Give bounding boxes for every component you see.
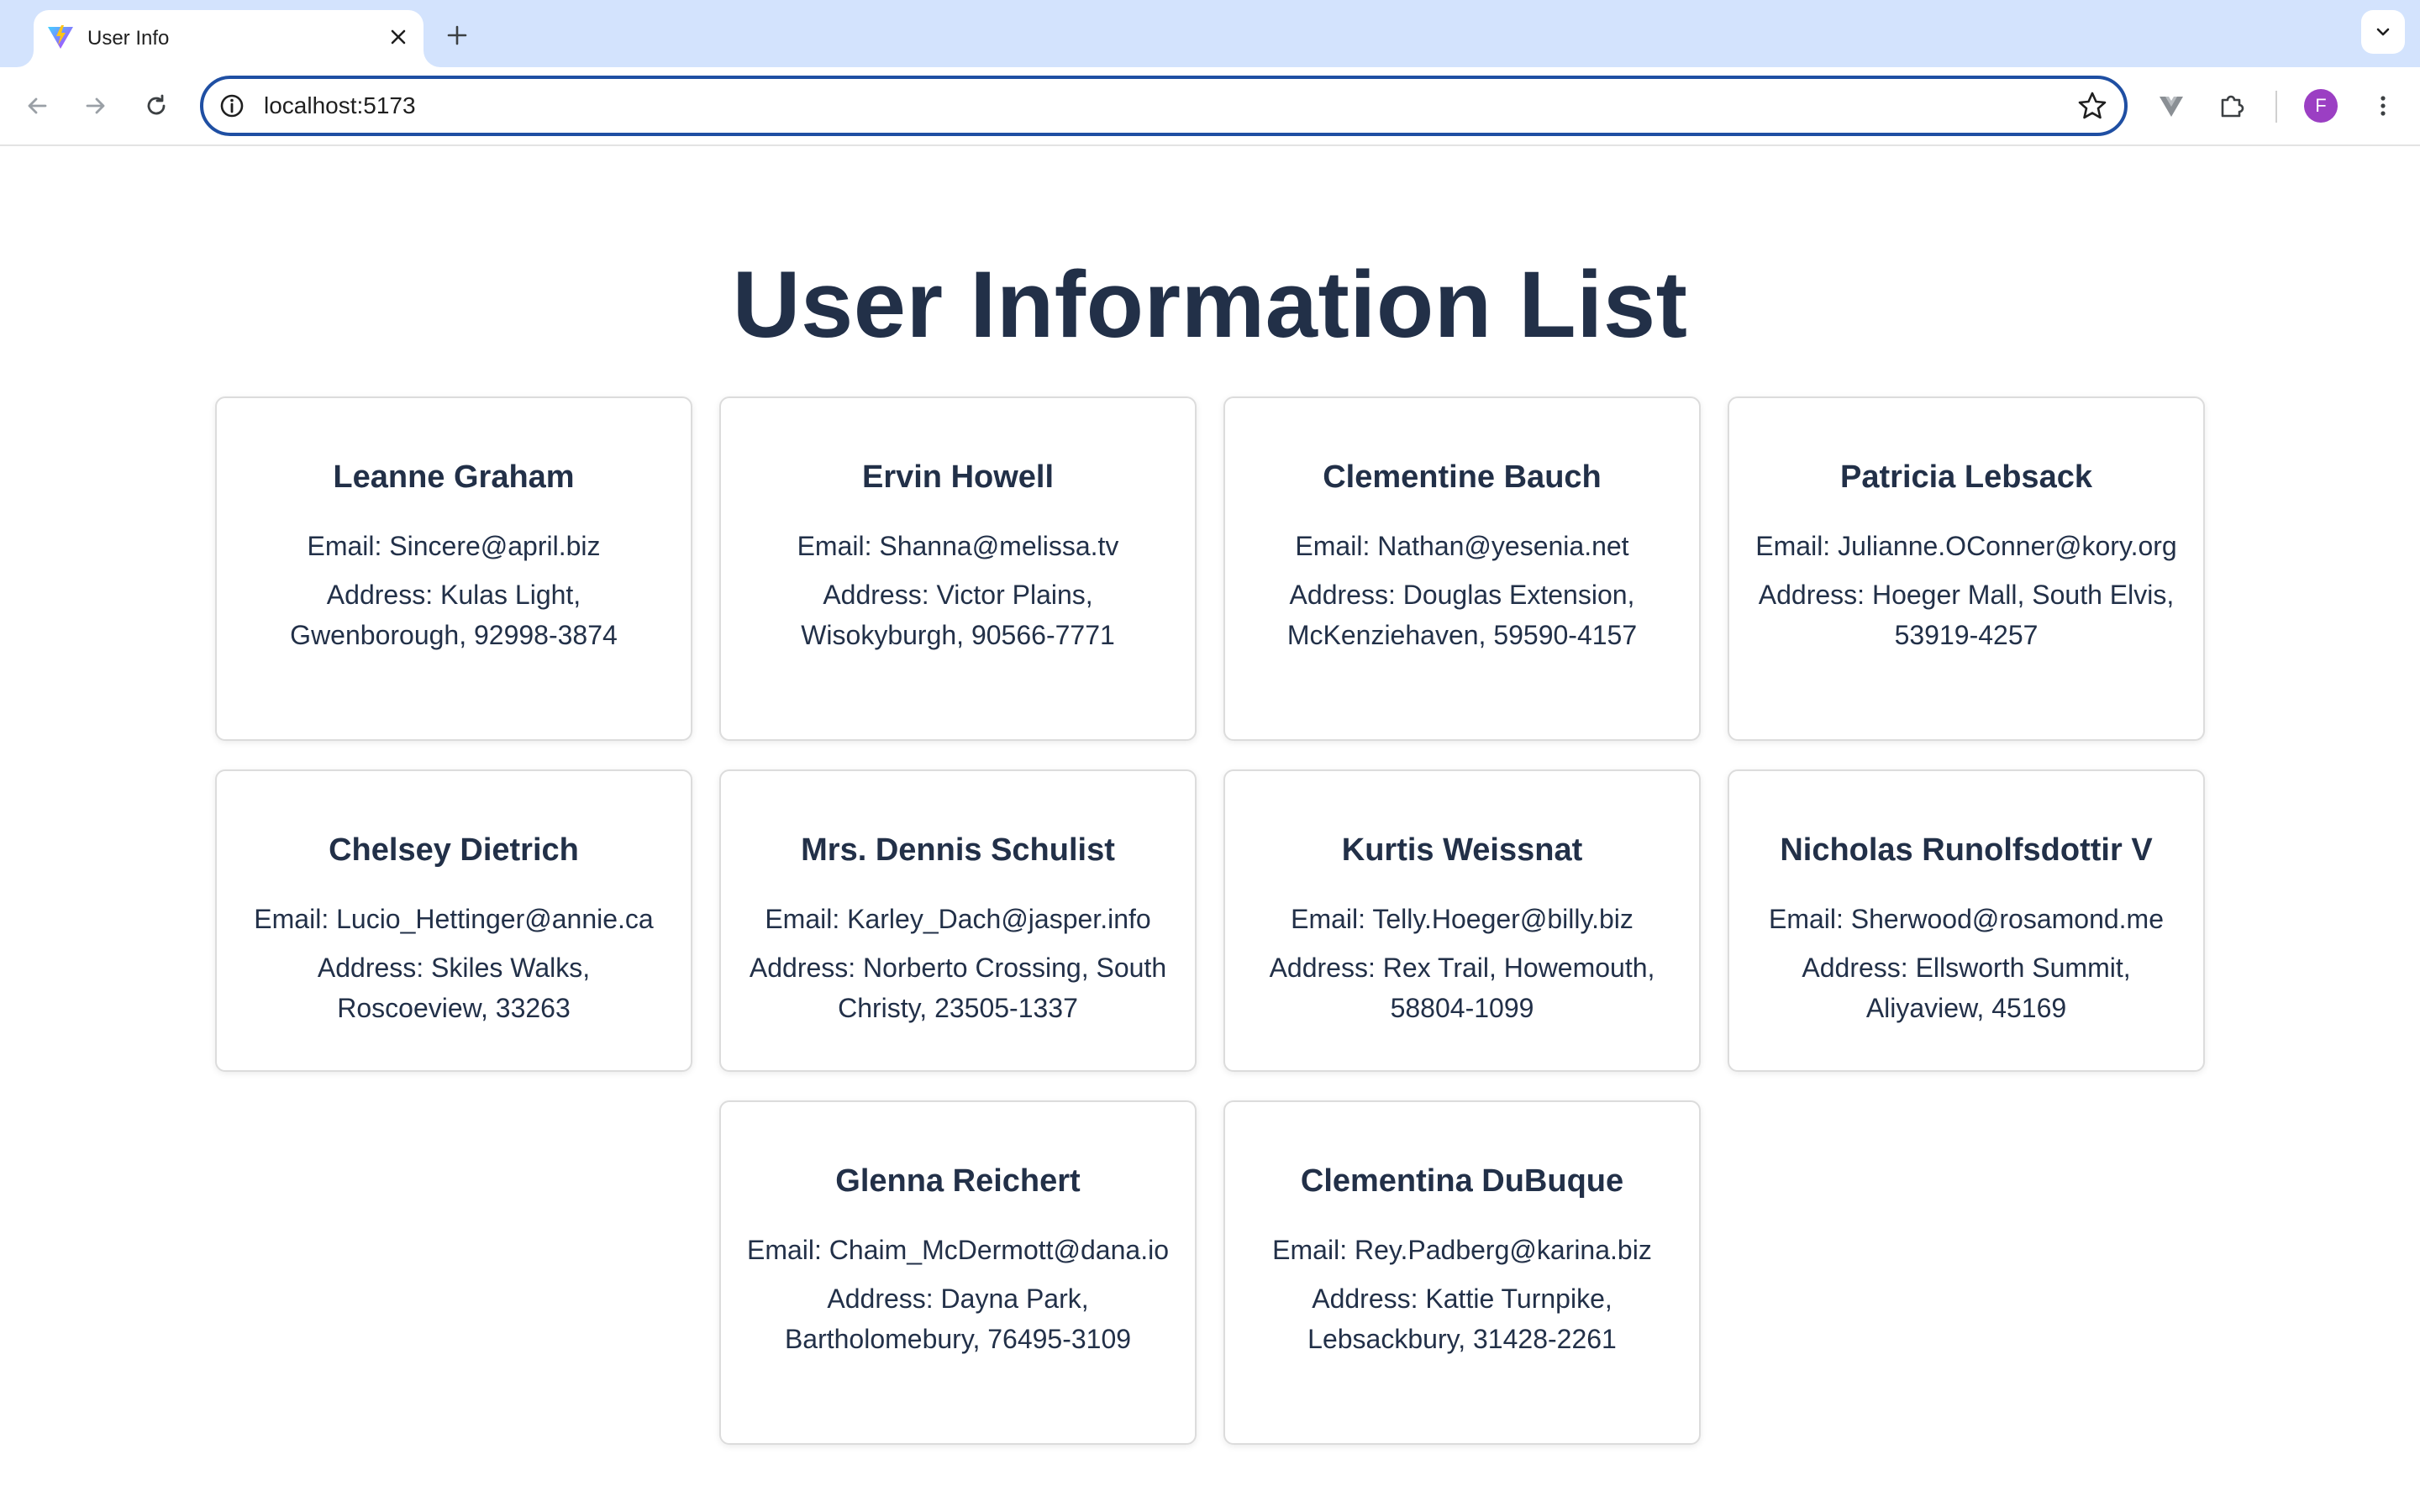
tab-title: User Info xyxy=(87,27,170,50)
arrow-right-icon xyxy=(86,97,105,114)
user-email: Email: Sherwood@rosamond.me xyxy=(1768,904,2164,934)
user-name: Nicholas Runolfsdottir V xyxy=(1780,832,2153,868)
page-title: User Information List xyxy=(732,252,1688,357)
user-name: Kurtis Weissnat xyxy=(1341,832,1583,868)
user-email: Email: Nathan@yesenia.net xyxy=(1295,531,1629,561)
user-card: Leanne Graham Email: Sincere@april.biz A… xyxy=(215,396,692,741)
new-tab-button[interactable] xyxy=(439,17,476,54)
page-content: User Information List Leanne Graham Emai… xyxy=(0,148,2420,1512)
vue-devtools-extension-icon[interactable] xyxy=(2149,84,2193,128)
chevron-down-icon xyxy=(2376,28,2390,36)
user-card: Nicholas Runolfsdottir V Email: Sherwood… xyxy=(1728,769,2205,1072)
user-email: Email: Sincere@april.biz xyxy=(307,531,601,561)
profile-button[interactable]: F xyxy=(2299,84,2343,128)
browser-toolbar: localhost:5173 F xyxy=(0,67,2420,146)
user-name: Patricia Lebsack xyxy=(1840,459,2092,495)
user-email: Email: Rey.Padberg@karina.biz xyxy=(1272,1235,1652,1265)
menu-button[interactable] xyxy=(2361,84,2405,128)
site-info-icon[interactable] xyxy=(217,91,247,121)
user-name: Ervin Howell xyxy=(861,459,1055,495)
tab-user-info[interactable]: User Info xyxy=(34,10,424,67)
user-name: Chelsey Dietrich xyxy=(329,832,579,868)
user-address: Address: Kattie Turnpike, Lebsackbury, 3… xyxy=(1307,1284,1617,1354)
user-card: Patricia Lebsack Email: Julianne.OConner… xyxy=(1728,396,2205,741)
user-card: Kurtis Weissnat Email: Telly.Hoeger@bill… xyxy=(1223,769,1701,1072)
user-card: Clementina DuBuque Email: Rey.Padberg@ka… xyxy=(1223,1100,1701,1445)
toolbar-divider xyxy=(2275,91,2277,123)
extensions-puzzle-icon[interactable] xyxy=(2210,84,2254,128)
user-email: Email: Telly.Hoeger@billy.biz xyxy=(1291,904,1634,934)
user-address: Address: Victor Plains, Wisokyburgh, 905… xyxy=(801,580,1115,650)
vite-favicon-icon xyxy=(48,25,73,49)
user-address: Address: Hoeger Mall, South Elvis, 53919… xyxy=(1758,580,2175,650)
user-email: Email: Lucio_Hettinger@annie.ca xyxy=(254,904,654,934)
close-tab-icon[interactable] xyxy=(383,22,413,52)
arrow-left-icon xyxy=(28,97,47,114)
user-name: Glenna Reichert xyxy=(835,1163,1081,1199)
user-card: Clementine Bauch Email: Nathan@yesenia.n… xyxy=(1223,396,1701,741)
tab-strip: User Info xyxy=(0,0,2420,67)
user-card: Glenna Reichert Email: Chaim_McDermott@d… xyxy=(719,1100,1197,1445)
user-card: Chelsey Dietrich Email: Lucio_Hettinger@… xyxy=(215,769,692,1072)
avatar: F xyxy=(2304,89,2338,123)
address-bar[interactable]: localhost:5173 xyxy=(200,76,2128,136)
forward-button[interactable] xyxy=(74,84,118,128)
reload-icon xyxy=(147,94,166,115)
user-email: Email: Karley_Dach@jasper.info xyxy=(765,904,1151,934)
reload-button[interactable] xyxy=(134,84,178,128)
user-email: Email: Julianne.OConner@kory.org xyxy=(1755,531,2177,561)
user-address: Address: Rex Trail, Howemouth, 58804-109… xyxy=(1269,953,1655,1023)
user-name: Leanne Graham xyxy=(333,459,575,495)
user-card: Mrs. Dennis Schulist Email: Karley_Dach@… xyxy=(719,769,1197,1072)
user-address: Address: Kulas Light, Gwenborough, 92998… xyxy=(290,580,618,650)
user-card: Ervin Howell Email: Shanna@melissa.tv Ad… xyxy=(719,396,1197,741)
user-address: Address: Skiles Walks, Roscoeview, 33263 xyxy=(317,953,591,1023)
user-address: Address: Dayna Park, Bartholomebury, 764… xyxy=(784,1284,1132,1354)
tab-search-button[interactable] xyxy=(2361,10,2405,54)
user-name: Clementina DuBuque xyxy=(1300,1163,1624,1199)
more-vert-icon xyxy=(2381,96,2386,116)
user-name: Mrs. Dennis Schulist xyxy=(801,832,1115,868)
user-name: Clementine Bauch xyxy=(1323,459,1602,495)
bookmark-star-icon[interactable] xyxy=(2075,89,2109,123)
user-address: Address: Douglas Extension, McKenziehave… xyxy=(1286,580,1638,650)
user-address: Address: Norberto Crossing, South Christ… xyxy=(749,953,1167,1023)
user-email: Email: Shanna@melissa.tv xyxy=(797,531,1119,561)
back-button[interactable] xyxy=(15,84,59,128)
user-address: Address: Ellsworth Summit, Aliyaview, 45… xyxy=(1802,953,2131,1023)
user-email: Email: Chaim_McDermott@dana.io xyxy=(747,1235,1169,1265)
url-text[interactable]: localhost:5173 xyxy=(264,79,416,133)
